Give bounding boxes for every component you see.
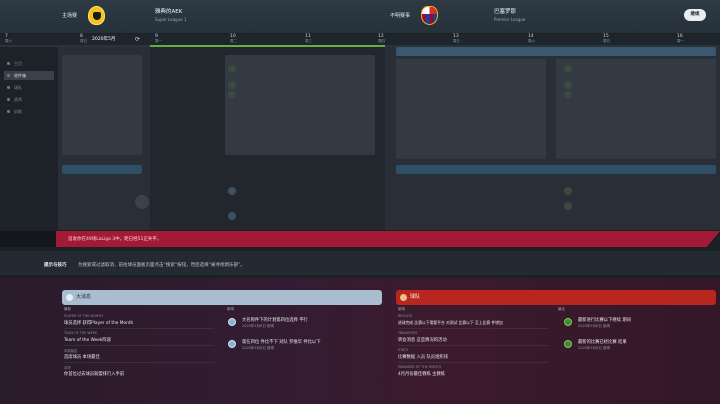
day-15[interactable]: 15 周日 [603, 34, 610, 44]
away-club-league: Premier League [494, 17, 526, 22]
col-news: 新闻 [227, 307, 234, 311]
day-13[interactable]: 13 周五 [453, 34, 460, 44]
day-7[interactable]: 7 周六 [5, 34, 12, 44]
news-item-date: 2020年5月8日 新闻 [578, 324, 610, 328]
refresh-icon[interactable]: ⟳ [135, 36, 140, 43]
col-recent: 最近 [558, 307, 565, 311]
news-panel-left-header[interactable]: 大消息 [62, 290, 382, 305]
row-value[interactable]: 你首位过去球员联盟排行入手前 [64, 371, 124, 377]
row-label: TRANSFERS [398, 331, 418, 335]
col-latest: 最新 [64, 307, 71, 311]
row-value[interactable]: 球员选择 获得Player of the Month [64, 320, 133, 326]
row-label: MANAGER OF THE MONTH [398, 365, 442, 369]
aek-crest-icon[interactable] [88, 6, 105, 25]
continue-button[interactable]: 继续 [684, 9, 706, 21]
row-value[interactable]: 转会消息 这些情况的活动 [398, 337, 447, 343]
day-14[interactable]: 14 周六 [528, 34, 535, 44]
news-panel-left: 大消息 最新 新闻 PLAYER OF THE MONTH 球员选择 获得Pla… [62, 290, 382, 398]
news-item-title[interactable]: 大名称件下的计划第四位选择 平行 [242, 317, 308, 323]
nav-item-tactics[interactable]: 战术 [4, 95, 54, 104]
nav-item-inbox[interactable]: 收件箱 [4, 71, 54, 80]
day-10[interactable]: 10 周二 [230, 34, 237, 44]
row-label: TEAM OF THE WEEK [64, 331, 97, 335]
day-16[interactable]: 16 周一 [677, 34, 684, 44]
nav-item-training[interactable]: 训练 [4, 107, 54, 116]
nav-item-home[interactable]: 主页 [4, 59, 54, 68]
row-value[interactable]: 比赛数据 入员 队员组织排 [398, 354, 448, 360]
news-item-date: 2020年5月8日 新闻 [242, 346, 274, 350]
row-value[interactable]: 进球完成 比赛以下需要平台 对测试 比赛以下 至上比赛 件增加 [398, 320, 503, 326]
side-navigation: 主页 收件箱 球队 战术 训练 [0, 47, 58, 230]
news-item-title[interactable]: 最新进行比赛以下继续 期间 [578, 317, 631, 323]
row-label: 本场 [64, 366, 71, 370]
dimmed-dashboard [0, 47, 720, 230]
home-side-label: 主场赛 [62, 13, 78, 19]
news-panel-right: 球队 新闻 最近 RESULTS 进球完成 比赛以下需要平台 对测试 比赛以下 … [396, 290, 716, 398]
row-label: 本周最佳 [64, 349, 78, 353]
news-item-title[interactable]: 现在四位 件比不下 对队 罗维华 件比以下 [242, 339, 321, 345]
tips-text: 为搜索或过滤取消，前往球员面板页面点击“搜索”按钮，然后选择“被寻找俱乐部”。 [78, 263, 245, 268]
away-club[interactable]: 巴塞罗那 Premier League [494, 7, 525, 22]
home-club-name: 雅典的AEK [155, 9, 183, 15]
away-club-name: 巴塞罗那 [494, 9, 517, 15]
trophy-icon [564, 340, 572, 348]
match-header: 主场赛 雅典的AEK Super League 1 不明赛事 巴塞罗那 Prem… [0, 0, 720, 34]
alert-left-cap [0, 231, 56, 247]
alert-text: 首发你在49场LaLiga 3中，距已经51正失平。 [68, 237, 162, 242]
day-8[interactable]: 8 周日 [80, 34, 87, 44]
row-value[interactable]: 首席球员 本场最佳 [64, 354, 100, 360]
row-value[interactable]: 4月月份最佳教练 主教练 [398, 371, 445, 377]
row-value[interactable]: Team of the Week阵容 [64, 337, 111, 343]
tips-title: 提示与技巧 [44, 263, 67, 268]
club-icon [400, 294, 407, 301]
row-label: RESULTS [398, 314, 413, 318]
trophy-icon [564, 318, 572, 326]
home-club[interactable]: 雅典的AEK Super League 1 [155, 7, 186, 22]
news-icon [66, 294, 73, 301]
day-12[interactable]: 12 周四 [378, 34, 385, 44]
news-item-date: 2020年5月8日 新闻 [578, 346, 610, 350]
row-label: PLAYER OF THE MONTH [64, 314, 103, 318]
news-panel-right-title: 球队 [410, 294, 421, 300]
news-panel-right-header[interactable]: 球队 [396, 290, 716, 305]
news-item-title[interactable]: 最新的比赛已经比赛 结果 [578, 339, 627, 345]
current-month: 2020年5月 [92, 37, 116, 42]
newspaper-icon [228, 340, 236, 348]
col-news: 新闻 [398, 307, 405, 311]
newspaper-icon [228, 318, 236, 326]
day-11[interactable]: 11 周三 [305, 34, 312, 44]
tips-row: 提示与技巧 为搜索或过滤取消，前往球员面板页面点击“搜索”按钮，然后选择“被寻找… [0, 251, 720, 275]
home-club-league: Super League 1 [155, 17, 187, 22]
nav-item-squad[interactable]: 球队 [4, 83, 54, 92]
barcelona-crest-icon[interactable] [421, 6, 438, 25]
alert-banner[interactable]: 首发你在49场LaLiga 3中，距已经51正失平。 [56, 231, 720, 247]
day-9[interactable]: 9 周一 [155, 34, 162, 44]
news-item-date: 2020年5月8日 新闻 [242, 324, 274, 328]
away-side-label: 不明赛事 [390, 13, 411, 19]
news-panel-left-title: 大消息 [76, 294, 92, 300]
row-label: STATS [398, 348, 408, 352]
